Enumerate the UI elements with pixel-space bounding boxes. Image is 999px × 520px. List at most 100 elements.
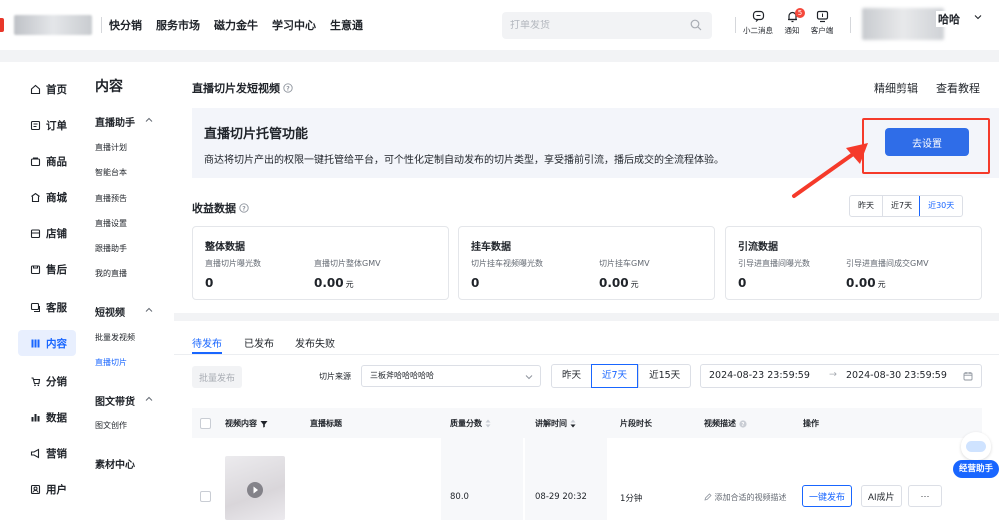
search-box[interactable] xyxy=(502,12,712,39)
sort-icon[interactable] xyxy=(485,419,491,428)
sidebar-item-service[interactable]: 客服 xyxy=(18,294,76,320)
sidebar-item-label: 内容 xyxy=(46,337,67,350)
play-icon[interactable] xyxy=(247,482,263,498)
ai-clip-button[interactable]: AI成片 xyxy=(861,485,902,507)
monitor-icon xyxy=(816,10,828,23)
sidebar-item-label: 订单 xyxy=(46,119,67,132)
divider xyxy=(101,17,102,33)
top-nav-item-learning-center[interactable]: 学习中心 xyxy=(272,17,316,33)
sub-item-live-clip[interactable]: 直播切片 xyxy=(95,357,127,368)
sub-item-my-live[interactable]: 我的直播 xyxy=(95,268,127,279)
help-icon[interactable]: ? xyxy=(283,83,293,93)
range-7-days[interactable]: 近7天 xyxy=(591,364,639,388)
sidebar-item-shop[interactable]: 店铺 xyxy=(18,220,76,246)
stat-card-overall: 整体数据 直播切片曝光数 直播切片整体GMV 0 0.00 元 xyxy=(192,226,449,300)
sidebar-item-home[interactable]: 首页 xyxy=(18,76,76,102)
brand-logo[interactable] xyxy=(0,18,4,32)
sidebar-item-goods[interactable]: 商品 xyxy=(18,148,76,174)
sidebar-item-label: 数据 xyxy=(46,411,67,424)
sidebar-item-label: 分销 xyxy=(46,375,67,388)
goods-icon xyxy=(30,157,41,166)
date-range-picker[interactable]: 2024-08-23 23:59:59 → 2024-08-30 23:59:5… xyxy=(700,364,982,388)
stat-title: 引流数据 xyxy=(738,242,778,253)
help-icon[interactable]: ? xyxy=(739,419,747,428)
sidebar-item-aftersale[interactable]: 售后 xyxy=(18,256,76,282)
sub-item-live-plan[interactable]: 直播计划 xyxy=(95,142,127,153)
notification-button[interactable]: 5 通知 xyxy=(776,8,808,40)
message-button[interactable]: 小二消息 xyxy=(742,10,774,40)
date-end[interactable]: 2024-08-30 23:59:59 xyxy=(846,370,947,381)
user-name[interactable]: 哈哈 xyxy=(936,11,962,27)
sidebar-item-data[interactable]: 数据 xyxy=(18,404,76,430)
shop-name-redacted xyxy=(14,15,92,35)
source-select[interactable]: 三板斧哈哈哈哈哈 xyxy=(361,365,541,387)
sub-item-batch-video[interactable]: 批量发视频 xyxy=(95,332,135,343)
sidebar-item-distribution[interactable]: 分销 xyxy=(18,368,76,394)
stat-value: 0 xyxy=(471,276,480,290)
tab-published[interactable]: 已发布 xyxy=(244,335,274,350)
megaphone-icon xyxy=(30,448,40,458)
group-live-assistant[interactable]: 直播助手 xyxy=(95,114,135,129)
top-nav-item-kuaifenxiao[interactable]: 快分销 xyxy=(109,17,142,33)
chevron-up-icon[interactable] xyxy=(145,306,153,314)
more-actions-button[interactable]: ··· xyxy=(908,485,942,507)
range-7-days[interactable]: 近7天 xyxy=(882,196,920,216)
range-yesterday[interactable]: 昨天 xyxy=(552,365,591,387)
add-description-link[interactable]: 添加合适的视频描述 xyxy=(704,492,787,503)
video-thumbnail[interactable] xyxy=(225,456,285,520)
filter-icon[interactable] xyxy=(260,420,268,428)
one-click-publish-button[interactable]: 一键发布 xyxy=(802,485,853,507)
chevron-down-icon[interactable] xyxy=(974,13,982,21)
sidebar-item-mall[interactable]: 商城 xyxy=(18,184,76,210)
annotation-arrow-icon xyxy=(792,143,868,198)
select-all-checkbox[interactable] xyxy=(200,418,211,429)
sidebar-item-users[interactable]: 用户 xyxy=(18,476,76,502)
sub-item-live-settings[interactable]: 直播设置 xyxy=(95,218,127,229)
group-short-video[interactable]: 短视频 xyxy=(95,304,125,319)
row-checkbox[interactable] xyxy=(200,491,211,502)
sidebar-item-label: 店铺 xyxy=(46,227,67,240)
robot-icon xyxy=(961,432,991,460)
assistant-label: 经营助手 xyxy=(953,460,999,478)
sidebar-item-content[interactable]: 内容 xyxy=(18,330,76,356)
explain-time-column-bg xyxy=(525,438,607,520)
group-material-center[interactable]: 素材中心 xyxy=(95,456,135,471)
business-assistant-widget[interactable]: 经营助手 xyxy=(953,432,999,484)
sidebar-item-marketing[interactable]: 营销 xyxy=(18,440,76,466)
help-icon[interactable]: ? xyxy=(239,203,249,213)
top-nav-item-cili-jinniu[interactable]: 磁力金牛 xyxy=(214,17,258,33)
sub-item-live-preview[interactable]: 直播预告 xyxy=(95,193,127,204)
client-button[interactable]: 客户端 xyxy=(806,10,838,40)
sidebar-item-orders[interactable]: 订单 xyxy=(18,112,76,138)
sub-item-graphic-create[interactable]: 图文创作 xyxy=(95,420,127,431)
group-graphic-sales[interactable]: 图文带货 xyxy=(95,393,135,408)
stat-label: 引导进直播间成交GMV xyxy=(846,259,929,268)
column-actions: 操作 xyxy=(803,419,819,428)
calendar-icon[interactable] xyxy=(963,371,973,381)
fine-edit-link[interactable]: 精细剪辑 xyxy=(874,80,918,96)
tutorial-link[interactable]: 查看教程 xyxy=(936,80,980,96)
stat-value: 0 xyxy=(738,276,747,290)
search-input[interactable] xyxy=(510,20,680,31)
sort-icon[interactable] xyxy=(570,419,576,428)
chevron-up-icon[interactable] xyxy=(145,116,153,124)
batch-publish-button[interactable]: 批量发布 xyxy=(192,366,242,388)
sidebar-item-label: 用户 xyxy=(46,483,67,496)
avatar[interactable] xyxy=(862,8,944,40)
tab-pending[interactable]: 待发布 xyxy=(192,335,222,350)
sub-item-smart-script[interactable]: 智能台本 xyxy=(95,167,127,178)
search-icon[interactable] xyxy=(690,19,702,31)
tab-failed[interactable]: 发布失败 xyxy=(295,335,335,350)
stat-card-traffic: 引流数据 引导进直播间曝光数 引导进直播间成交GMV 0 0.00 元 xyxy=(725,226,982,300)
top-nav-item-shengyitong[interactable]: 生意通 xyxy=(330,17,363,33)
chevron-up-icon[interactable] xyxy=(145,395,153,403)
sub-item-follow-assistant[interactable]: 跟播助手 xyxy=(95,243,127,254)
range-30-days[interactable]: 近30天 xyxy=(919,196,963,216)
range-15-days[interactable]: 近15天 xyxy=(638,365,690,387)
stat-label: 直播切片曝光数 xyxy=(205,259,261,268)
chart-icon xyxy=(31,413,40,421)
date-start[interactable]: 2024-08-23 23:59:59 xyxy=(709,370,810,381)
stat-card-cart: 挂车数据 切片挂车视频曝光数 切片挂车GMV 0 0.00 元 xyxy=(458,226,715,300)
top-nav-item-service-market[interactable]: 服务市场 xyxy=(156,17,200,33)
divider xyxy=(174,354,999,355)
